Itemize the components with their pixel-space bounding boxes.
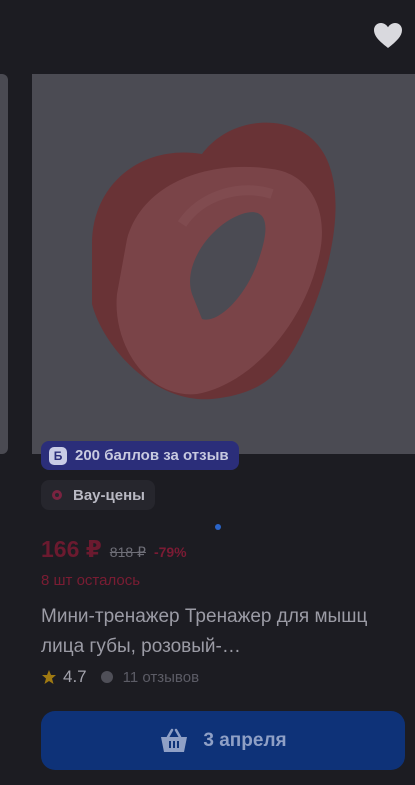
flower-icon — [51, 489, 63, 501]
product-title[interactable]: Мини-тренажер Тренажер для мышц лица губ… — [41, 602, 401, 662]
current-price: 166 ₽ — [41, 536, 102, 562]
product-image[interactable] — [32, 74, 415, 454]
add-to-cart-button[interactable]: 3 апреля — [41, 711, 405, 770]
rating-row[interactable]: 4.7 11 отзывов — [41, 667, 199, 687]
basket-icon — [161, 728, 188, 752]
reviews-count: 11 отзывов — [122, 668, 200, 686]
bonus-label: 200 баллов за отзыв — [75, 447, 229, 464]
price-row: 166 ₽ 818 ₽ -79% — [41, 536, 187, 563]
heart-icon — [374, 22, 402, 48]
old-price: 818 ₽ — [109, 544, 146, 560]
reviews-icon — [100, 671, 113, 683]
favorite-button[interactable] — [371, 18, 405, 52]
promo-label: Вау-цены — [73, 486, 145, 504]
star-icon — [42, 670, 56, 684]
promo-badge: Вау-цены — [41, 480, 155, 510]
top-bar — [0, 0, 415, 70]
bonus-points-icon: Б — [49, 446, 67, 465]
previous-card-edge[interactable] — [0, 74, 8, 454]
rating-value: 4.7 — [63, 667, 87, 686]
carousel-indicator — [215, 524, 221, 530]
bonus-badge: Б 200 баллов за отзыв — [41, 441, 239, 470]
discount-badge: -79% — [153, 544, 187, 560]
stock-note: 8 шт осталось — [41, 572, 141, 589]
add-to-cart-label: 3 апреля — [203, 729, 287, 751]
